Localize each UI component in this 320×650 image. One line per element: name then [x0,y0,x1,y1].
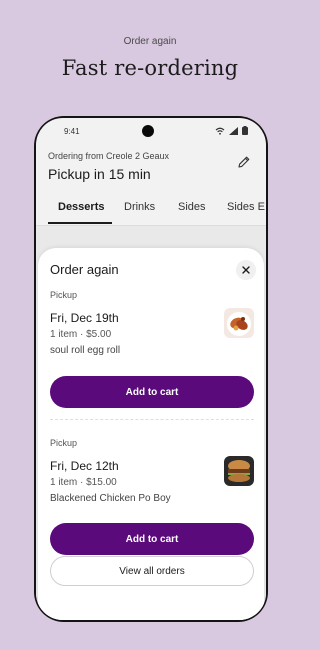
order-method: Pickup [50,290,78,300]
wifi-icon [215,127,225,135]
order-item-name: Blackened Chicken Po Boy [50,493,171,504]
order-divider [50,419,254,420]
edit-order-button[interactable] [236,154,252,170]
add-to-cart-button[interactable]: Add to cart [50,523,254,555]
food-photo-egg-roll [224,308,254,338]
close-icon [242,266,250,274]
active-tab-indicator [48,222,112,224]
tab-drinks[interactable]: Drinks [124,201,155,213]
tab-desserts[interactable]: Desserts [58,201,104,213]
pencil-icon [238,156,250,168]
signal-icon [229,126,238,135]
view-all-orders-button[interactable]: View all orders [50,556,254,586]
promo-title: Fast re-ordering [61,56,239,80]
order-method: Pickup [50,438,78,448]
order-date: Fri, Dec 19th [50,311,119,325]
close-button[interactable] [236,260,256,280]
order-summary: 1 item · $5.00 [50,329,112,340]
status-icons [215,126,248,135]
phone-frame: 9:41 Ordering from Creole 2 Geaux Pickup… [34,116,268,622]
sheet-title: Order again [50,262,119,277]
order-card: Pickup Fri, Dec 12th 1 item · $15.00 Bla… [50,438,254,558]
restaurant-subtitle: Ordering from Creole 2 Geaux [48,151,170,161]
order-card: Pickup Fri, Dec 19th 1 item · $5.00 soul… [50,290,254,410]
pickup-time-title: Pickup in 15 min [48,166,151,182]
order-date: Fri, Dec 12th [50,459,119,473]
order-summary: 1 item · $15.00 [50,477,117,488]
camera-cutout [142,125,154,137]
status-time: 9:41 [64,127,80,136]
phone-screen: 9:41 Ordering from Creole 2 Geaux Pickup… [36,118,266,620]
order-again-sheet: Order again Pickup Fri, Dec 19th 1 item … [38,248,264,620]
order-item-name: soul roll egg roll [50,345,121,356]
battery-icon [242,126,248,135]
tab-sides[interactable]: Sides [178,201,206,213]
food-photo-po-boy [224,456,254,486]
promo-eyebrow: Order again [123,36,177,47]
category-tabs: Desserts Drinks Sides Sides E [36,198,266,224]
status-bar: 9:41 [36,118,266,146]
add-to-cart-button[interactable]: Add to cart [50,376,254,408]
tab-sides-extra[interactable]: Sides E [227,201,265,213]
